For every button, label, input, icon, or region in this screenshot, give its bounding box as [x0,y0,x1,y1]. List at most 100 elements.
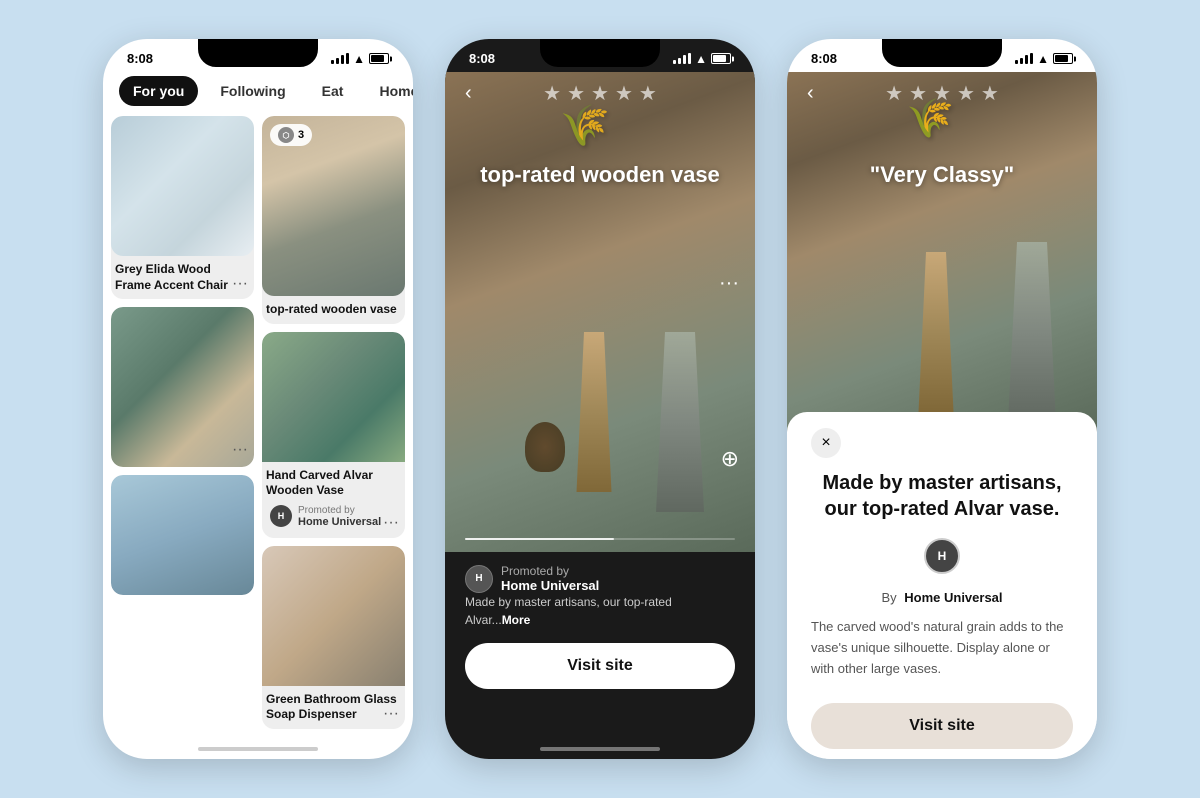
faucet-more-button[interactable]: ··· [232,441,248,459]
alvar-promoted: H Promoted by Home Universal [266,499,401,532]
star-4: ★ [615,81,633,106]
brand-logo-2: H [465,565,493,593]
soap-image [262,546,405,686]
card-alvar[interactable]: Hand Carved Alvar Wooden Vase H Promoted… [262,332,405,538]
wooden-vase-title: top-rated wooden vase [266,302,401,318]
card-bath[interactable] [111,475,254,595]
phone-2-frame: 8:08 ▲ ‹ ★ ★ ★ ★ ★ [445,39,755,759]
modal-description: The carved wood's natural grain adds to … [811,617,1073,679]
feed-col-left: Grey Elida Wood Frame Accent Chair ··· ·… [111,116,254,729]
signal-icon [331,53,349,64]
phone-3-frame: 8:08 ▲ ‹ ★ ★ ★ ★ ★ [787,39,1097,759]
wooden-vase-info: top-rated wooden vase [262,296,405,324]
star3-1: ★ [885,81,903,106]
modal-sheet: × Made by master artisans, our top-rated… [787,412,1097,759]
soap-more-button[interactable]: ··· [383,705,399,723]
battery-icon-3 [1053,53,1073,64]
wifi-icon: ▲ [353,52,365,66]
tab-eat[interactable]: Eat [308,76,358,106]
progress-bar [465,538,735,540]
alvar-promoted-text: Promoted by [298,505,381,516]
product-bottom: H Promoted by Home Universal Made by mas… [445,552,755,709]
bookmark-button[interactable]: ⊕ [721,446,739,472]
product-description: Made by master artisans, our top-rated A… [465,593,735,629]
visit-site-button-3[interactable]: Visit site [811,703,1073,749]
product-title-overlay: top-rated wooden vase [445,162,755,188]
promoted-row: H Promoted by Home Universal [465,564,735,593]
card-wooden-vase[interactable]: ⬡ 3 top-rated wooden vase [262,116,405,324]
stars-rating: ★ ★ ★ ★ ★ [543,81,657,106]
alvar-image [262,332,405,462]
notch-2 [540,39,660,67]
star-2: ★ [567,81,585,106]
feed-tabs: For you Following Eat Home decor [103,72,413,116]
back-button[interactable]: ‹ [465,82,472,105]
stars-rating-3: ★ ★ ★ ★ ★ [885,81,999,106]
card-soap[interactable]: Green Bathroom Glass Soap Dispenser ··· [262,546,405,729]
overflow-menu-button[interactable]: ··· [719,272,739,295]
alvar-more-button[interactable]: ··· [383,514,399,532]
modal-title: Made by master artisans, our top-rated A… [811,470,1073,522]
alvar-title: Hand Carved Alvar Wooden Vase [266,468,401,499]
time-3: 8:08 [811,51,837,66]
time-1: 8:08 [127,51,153,66]
product-header: ‹ ★ ★ ★ ★ ★ [445,72,755,115]
home-indicator-2 [540,747,660,751]
signal-icon-2 [673,53,691,64]
product-title-overlay-3: "Very Classy" [787,162,1097,188]
phone-1-frame: 8:08 ▲ For you Following Eat Home decor [103,39,413,759]
promoted-label: Promoted by [501,564,599,578]
feed-grid: Grey Elida Wood Frame Accent Chair ··· ·… [103,116,413,729]
star-5: ★ [639,81,657,106]
product-header-3: ‹ ★ ★ ★ ★ ★ [787,72,1097,115]
star3-2: ★ [909,81,927,106]
wooden-vase-3 [906,232,966,412]
time-2: 8:08 [469,51,495,66]
gray-vase-3 [997,222,1067,422]
chair-image [111,116,254,256]
battery-icon [369,53,389,64]
more-link[interactable]: More [502,613,531,627]
signal-icon-3 [1015,53,1033,64]
star3-5: ★ [981,81,999,106]
alvar-brand-name: Home Universal [298,516,381,528]
wifi-icon-3: ▲ [1037,52,1049,66]
star-1: ★ [543,81,561,106]
star3-3: ★ [933,81,951,106]
wooden-vase-shape [564,312,624,492]
star-3: ★ [591,81,609,106]
status-icons-2: ▲ [673,52,731,66]
brand-name-2: Home Universal [501,578,599,593]
chair-more-button[interactable]: ··· [232,275,248,293]
pinecone-decoration [525,422,565,472]
tab-following[interactable]: Following [206,76,299,106]
badge-icon: ⬡ [278,127,294,143]
notch-3 [882,39,1002,67]
badge-count: 3 [298,129,304,141]
by-label: By [881,590,896,605]
feed-col-right: ⬡ 3 top-rated wooden vase Hand Carved Al… [262,116,405,729]
progress-fill [465,538,614,540]
chair-title: Grey Elida Wood Frame Accent Chair [115,262,250,293]
notch-1 [198,39,318,67]
bookmark-icon: ⊕ [721,446,739,471]
status-icons-3: ▲ [1015,52,1073,66]
wifi-icon-2: ▲ [695,52,707,66]
vase-badge: ⬡ 3 [270,124,312,146]
product-image-area: ‹ ★ ★ ★ ★ ★ top-rated wooden vase 🌾 ··· … [445,72,755,552]
modal-brand-logo: H [924,538,960,574]
modal-close-button[interactable]: × [811,428,841,458]
tab-home-decor[interactable]: Home decor [365,76,413,106]
modal-by-brand: By Home Universal [811,590,1073,605]
soap-title: Green Bathroom Glass Soap Dispenser [266,692,401,723]
back-button-3[interactable]: ‹ [807,82,814,105]
card-chair[interactable]: Grey Elida Wood Frame Accent Chair ··· [111,116,254,299]
visit-site-button-2[interactable]: Visit site [465,643,735,689]
modal-brand-name: Home Universal [904,590,1002,605]
product-image-area-3: ‹ ★ ★ ★ ★ ★ "Very Classy" 🌾 [787,72,1097,432]
bath-image [111,475,254,595]
battery-icon-2 [711,53,731,64]
card-faucet[interactable]: ··· [111,307,254,467]
tab-for-you[interactable]: For you [119,76,198,106]
gray-vase-shape [645,312,715,512]
